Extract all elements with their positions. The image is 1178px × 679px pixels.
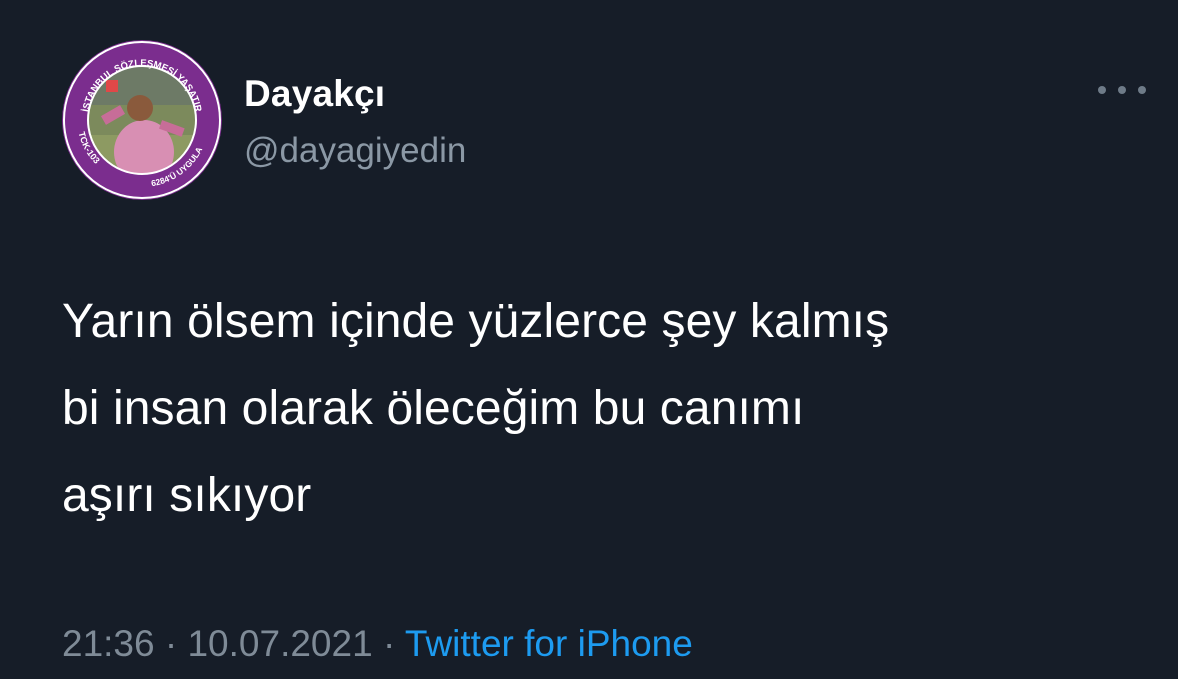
more-options-icon[interactable] bbox=[1098, 76, 1146, 104]
separator: · bbox=[382, 623, 396, 664]
tweet-time[interactable]: 21:36 bbox=[62, 623, 155, 664]
tweet-metadata: 21:36 · 10.07.2021 · Twitter for iPhone bbox=[62, 620, 693, 668]
avatar[interactable]: İSTANBUL SÖZLEŞMESİ YAŞATIR TCK-103 6284… bbox=[62, 40, 222, 200]
more-dot bbox=[1098, 86, 1106, 94]
tweet-card: İSTANBUL SÖZLEŞMESİ YAŞATIR TCK-103 6284… bbox=[0, 0, 1178, 679]
tweet-text: Yarın ölsem içinde yüzlerce şey kalmış b… bbox=[62, 295, 890, 522]
avatar-image: İSTANBUL SÖZLEŞMESİ YAŞATIR TCK-103 6284… bbox=[62, 40, 222, 200]
user-handle[interactable]: @dayagiyedin bbox=[244, 130, 466, 172]
more-dot bbox=[1138, 86, 1146, 94]
tweet-date[interactable]: 10.07.2021 bbox=[187, 623, 372, 664]
separator: · bbox=[164, 623, 178, 664]
more-dot bbox=[1118, 86, 1126, 94]
display-name[interactable]: Dayakçı bbox=[244, 72, 385, 116]
tweet-source-link[interactable]: Twitter for iPhone bbox=[405, 623, 693, 664]
